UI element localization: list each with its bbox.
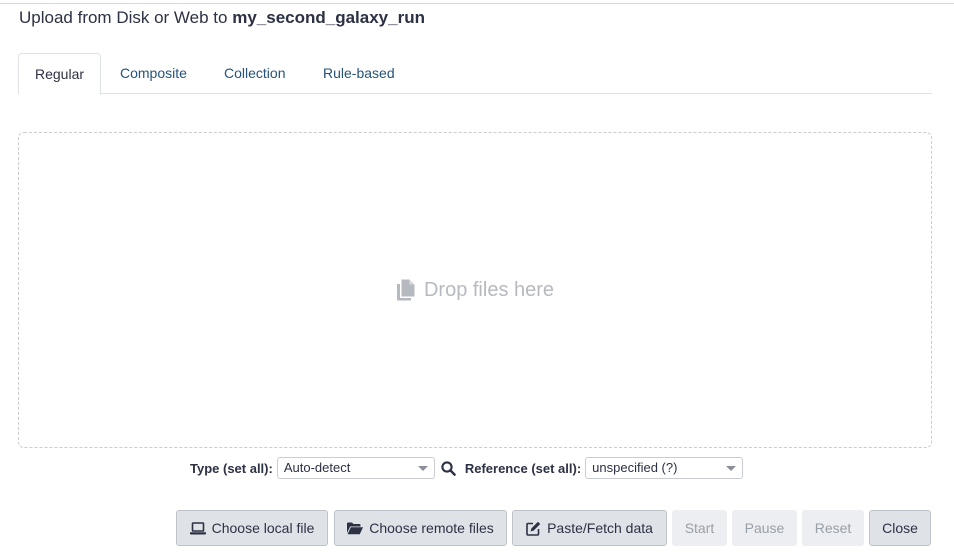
- upload-tabs: Regular Composite Collection Rule-based: [18, 53, 932, 95]
- reference-set-all-label: Reference (set all):: [464, 460, 582, 476]
- laptop-icon: [189, 521, 206, 534]
- reset-label: Reset: [814, 520, 852, 536]
- choose-local-file-button[interactable]: Choose local file: [176, 510, 328, 546]
- pause-button[interactable]: Pause: [732, 510, 797, 546]
- start-label: Start: [684, 520, 715, 536]
- paste-fetch-data-button[interactable]: Paste/Fetch data: [512, 510, 667, 546]
- pause-label: Pause: [744, 520, 785, 536]
- top-divider: [0, 3, 954, 4]
- close-label: Close: [882, 520, 918, 536]
- reference-select[interactable]: unspecified (?): [585, 457, 744, 479]
- search-icon[interactable]: [441, 460, 456, 476]
- drop-zone-content: Drop files here: [19, 133, 931, 447]
- type-set-all-label: Type (set all):: [190, 460, 273, 476]
- choose-local-file-label: Choose local file: [211, 520, 315, 536]
- type-select-value: Auto-detect: [283, 460, 351, 475]
- drop-zone-label: Drop files here: [423, 278, 555, 301]
- dialog-title-prefix: Upload from Disk or Web to: [19, 8, 233, 27]
- choose-remote-files-button[interactable]: Choose remote files: [334, 510, 507, 546]
- paste-fetch-data-label: Paste/Fetch data: [547, 520, 653, 536]
- drop-zone[interactable]: Drop files here: [18, 132, 932, 448]
- dialog-title: Upload from Disk or Web to my_second_gal…: [19, 8, 425, 28]
- tab-rule-based[interactable]: Rule-based: [323, 53, 395, 94]
- copy-files-icon: [396, 279, 415, 301]
- tab-collection[interactable]: Collection: [224, 53, 285, 94]
- edit-icon: [526, 521, 541, 536]
- start-button[interactable]: Start: [672, 510, 727, 546]
- folder-open-icon: [347, 522, 364, 534]
- reset-button[interactable]: Reset: [802, 510, 864, 546]
- close-button[interactable]: Close: [869, 510, 931, 546]
- tab-regular[interactable]: Regular: [18, 53, 102, 95]
- type-select[interactable]: Auto-detect: [276, 457, 435, 479]
- choose-remote-files-label: Choose remote files: [369, 520, 494, 536]
- tab-composite[interactable]: Composite: [120, 53, 187, 94]
- chevron-down-icon: [726, 466, 737, 471]
- reference-select-value: unspecified (?): [592, 460, 678, 475]
- history-name: my_second_galaxy_run: [232, 8, 425, 27]
- chevron-down-icon: [417, 466, 428, 471]
- upload-settings: Type (set all): Auto-detect Reference (s…: [190, 457, 744, 479]
